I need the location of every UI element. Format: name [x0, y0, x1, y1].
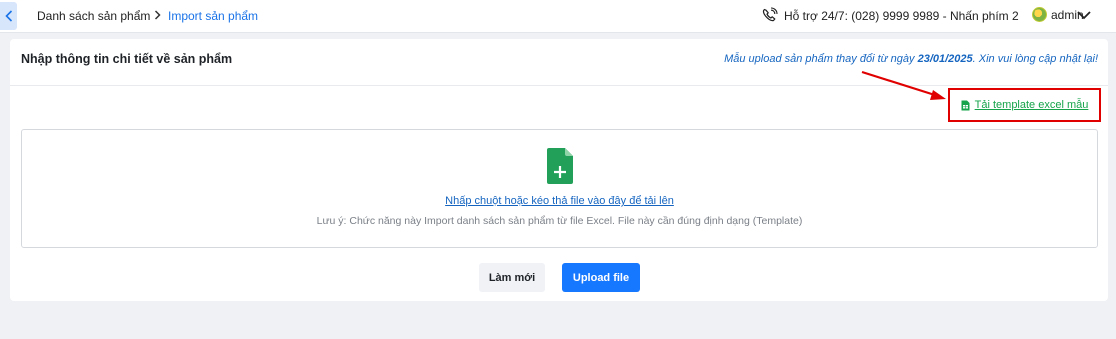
notice-date: 23/01/2025: [917, 53, 973, 65]
file-add-icon: [547, 148, 573, 184]
support-text: Hỗ trợ 24/7: (028) 9999 9989 - Nhấn phím…: [784, 8, 1019, 23]
divider: [10, 85, 1108, 86]
dropzone-note: Lưu ý: Chức năng này Import danh sách sả…: [316, 215, 803, 227]
breadcrumb-current: Import sản phẩm: [168, 9, 259, 23]
template-download-highlight: Tải template excel mẫu: [948, 88, 1101, 122]
chevron-down-icon[interactable]: [1076, 8, 1092, 22]
back-button[interactable]: [0, 2, 17, 30]
notice-suffix: . Xin vui lòng cập nhật lại!: [972, 53, 1098, 65]
chevron-right-icon: [154, 10, 161, 20]
notice-prefix: Mẫu upload sản phẩm thay đổi từ ngày: [724, 53, 918, 65]
phone-icon: [762, 7, 778, 22]
page-title: Nhập thông tin chi tiết về sản phẩm: [21, 52, 233, 66]
dropzone-upload-link[interactable]: Nhấp chuột hoặc kéo thả file vào đây để …: [22, 195, 1097, 207]
top-bar: Danh sách sản phẩm Import sản phẩm Hỗ tr…: [0, 0, 1116, 33]
support-hotline: Hỗ trợ 24/7: (028) 9999 9989 - Nhấn phím…: [761, 7, 1019, 24]
excel-file-icon: [961, 100, 970, 110]
download-template-link[interactable]: Tải template excel mẫu: [975, 99, 1089, 111]
import-card: Nhập thông tin chi tiết về sản phẩm Mẫu …: [10, 39, 1108, 301]
template-change-notice: Mẫu upload sản phẩm thay đổi từ ngày 23/…: [724, 53, 1098, 65]
avatar: [1032, 7, 1047, 22]
reset-button[interactable]: Làm mới: [479, 263, 545, 292]
chevron-left-icon: [4, 10, 12, 22]
upload-file-button[interactable]: Upload file: [562, 263, 640, 292]
breadcrumb-home[interactable]: Danh sách sản phẩm: [37, 9, 150, 23]
file-dropzone[interactable]: Nhấp chuột hoặc kéo thả file vào đây để …: [21, 129, 1098, 248]
